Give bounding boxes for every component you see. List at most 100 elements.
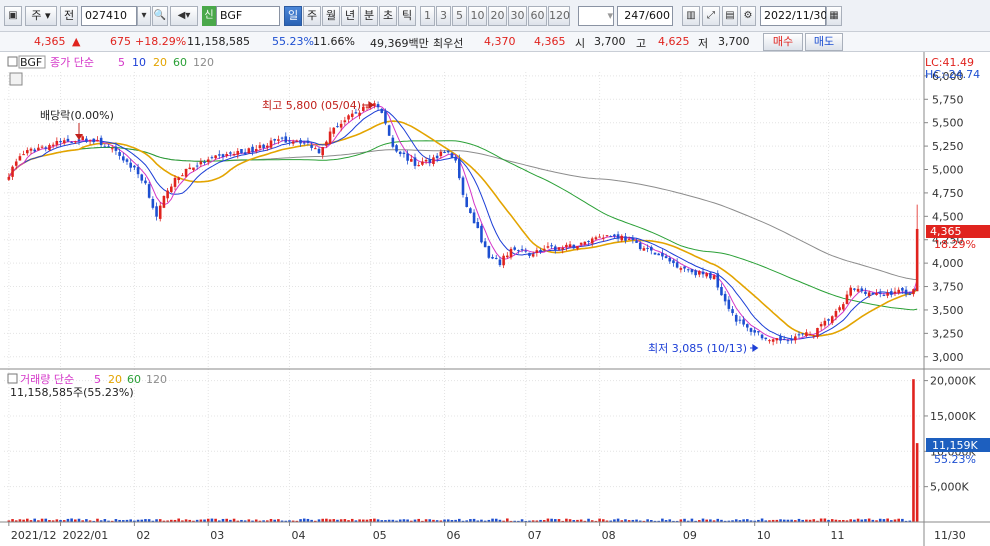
candle-body-168 bbox=[627, 238, 631, 240]
chart-background bbox=[0, 52, 990, 546]
candle-body-148 bbox=[554, 246, 557, 251]
candle-body-240 bbox=[893, 291, 897, 294]
period-button-6[interactable]: 틱 bbox=[398, 6, 416, 26]
vol-legend-ma20: 20 bbox=[108, 373, 122, 386]
candle-body-106 bbox=[398, 151, 402, 155]
period-button-5[interactable]: 초 bbox=[379, 6, 397, 26]
candle-body-65 bbox=[247, 148, 251, 154]
candle-body-114 bbox=[428, 159, 432, 163]
price-tick-label-4: 4,000 bbox=[932, 257, 964, 270]
candle-body-142 bbox=[531, 254, 535, 257]
candle-body-67 bbox=[254, 149, 258, 152]
interval-button-0[interactable]: 1 bbox=[420, 6, 435, 26]
candle-body-41 bbox=[158, 205, 162, 219]
candle-body-42 bbox=[162, 195, 166, 208]
settings-icon[interactable]: ⚙ bbox=[740, 6, 756, 26]
volume-toggle-icon[interactable] bbox=[7, 373, 18, 384]
unit-select[interactable]: ▾ bbox=[578, 6, 614, 26]
collapse-icon[interactable] bbox=[9, 72, 23, 86]
date-field[interactable]: 2022/11/30 bbox=[760, 6, 827, 26]
candle-body-111 bbox=[417, 165, 420, 167]
candle-body-242 bbox=[901, 287, 904, 291]
calendar-icon[interactable]: ▦ bbox=[826, 6, 842, 26]
candle-body-108 bbox=[406, 153, 409, 161]
search-icon[interactable]: 🔍 bbox=[152, 6, 168, 26]
count-field[interactable]: 247/600 bbox=[617, 6, 673, 26]
volume-bar-188 bbox=[701, 518, 705, 522]
volume-bar-204 bbox=[760, 518, 764, 522]
candle-body-235 bbox=[875, 293, 878, 295]
candle-body-104 bbox=[391, 137, 395, 147]
candle-body-20 bbox=[81, 136, 84, 140]
candle-body-131 bbox=[491, 256, 494, 259]
panel-toggle-icon[interactable] bbox=[7, 56, 18, 67]
candle-body-229 bbox=[853, 288, 856, 290]
chart-window-icon[interactable]: ▣ bbox=[4, 6, 22, 26]
candle-body-15 bbox=[62, 140, 66, 144]
candle-body-130 bbox=[487, 246, 491, 258]
interval-button-2[interactable]: 5 bbox=[452, 6, 467, 26]
volume-bar-17 bbox=[70, 518, 73, 522]
candle-body-7 bbox=[33, 149, 36, 152]
volume-bar-177 bbox=[661, 518, 664, 522]
vol-legend-ma5: 5 bbox=[94, 373, 101, 386]
period-button-4[interactable]: 분 bbox=[360, 6, 378, 26]
candle-body-149 bbox=[557, 247, 561, 250]
sell-button[interactable]: 매도 bbox=[805, 33, 843, 51]
volume-bar-233 bbox=[867, 518, 871, 522]
stock-code-input[interactable]: 027410 bbox=[81, 6, 137, 26]
candle-body-223 bbox=[830, 316, 834, 323]
interval-buttons: 1 3 5 10 20 30 60 120 bbox=[420, 6, 578, 26]
candle-body-97 bbox=[365, 106, 369, 108]
candle-body-124 bbox=[465, 197, 468, 207]
time-tick-label-5: 05 bbox=[373, 529, 387, 542]
candle-body-213 bbox=[794, 336, 797, 341]
legend-ma5: 5 bbox=[118, 56, 125, 69]
interval-button-1[interactable]: 3 bbox=[436, 6, 451, 26]
candle-body-66 bbox=[251, 146, 254, 153]
price-volume-chart[interactable]: 3,0003,2503,5003,7504,0004,2504,5004,750… bbox=[0, 52, 990, 546]
candle-body-46 bbox=[177, 177, 180, 181]
period-button-0[interactable]: 일 bbox=[284, 6, 302, 26]
candle-body-10 bbox=[44, 147, 48, 149]
period-type-select[interactable]: 주 ▾ bbox=[25, 6, 57, 26]
interval-button-5[interactable]: 30 bbox=[508, 6, 527, 26]
stock-name-field[interactable]: BGF bbox=[216, 6, 280, 26]
candle-body-115 bbox=[432, 157, 435, 165]
candle-body-154 bbox=[576, 246, 579, 249]
candle-body-34 bbox=[133, 165, 136, 168]
period-button-3[interactable]: 년 bbox=[341, 6, 359, 26]
period-button-2[interactable]: 월 bbox=[322, 6, 340, 26]
buy-button[interactable]: 매수 bbox=[763, 33, 803, 51]
candle-body-197 bbox=[734, 314, 738, 322]
candle-body-145 bbox=[542, 248, 546, 250]
best-ask-price: 4,370 bbox=[484, 35, 516, 48]
volume-pct-text: 55.23% bbox=[934, 453, 976, 466]
candle-body-112 bbox=[421, 161, 424, 165]
candle-body-178 bbox=[664, 256, 668, 259]
period-button-1[interactable]: 주 bbox=[303, 6, 321, 26]
save-icon[interactable]: ▤ bbox=[722, 6, 738, 26]
prev-button[interactable]: 전 bbox=[60, 6, 78, 26]
speaker-icon[interactable]: ◀▾ bbox=[170, 6, 198, 26]
chevron-down-icon[interactable]: ▾ bbox=[137, 6, 151, 26]
candle-body-181 bbox=[675, 262, 679, 268]
interval-button-4[interactable]: 20 bbox=[488, 6, 507, 26]
candle-body-63 bbox=[240, 149, 243, 154]
candle-body-48 bbox=[184, 168, 188, 177]
interval-button-3[interactable]: 10 bbox=[468, 6, 487, 26]
candle-body-151 bbox=[565, 244, 568, 248]
candle-body-29 bbox=[114, 146, 118, 151]
candle-body-109 bbox=[410, 159, 413, 162]
interval-button-6[interactable]: 60 bbox=[528, 6, 547, 26]
candle-body-241 bbox=[897, 289, 900, 294]
candle-body-202 bbox=[753, 330, 756, 333]
trend-tool-icon[interactable]: ⤢ bbox=[702, 6, 720, 26]
bar-chart-icon[interactable]: ▥ bbox=[682, 6, 700, 26]
interval-button-7[interactable]: 120 bbox=[548, 6, 570, 26]
dividend-label: 배당락(0.00%) bbox=[40, 109, 114, 122]
candle-body-185 bbox=[690, 269, 694, 273]
candle-body-211 bbox=[786, 340, 790, 342]
time-tick-label-9: 09 bbox=[683, 529, 697, 542]
price-tick-label-7: 4,750 bbox=[932, 187, 964, 200]
